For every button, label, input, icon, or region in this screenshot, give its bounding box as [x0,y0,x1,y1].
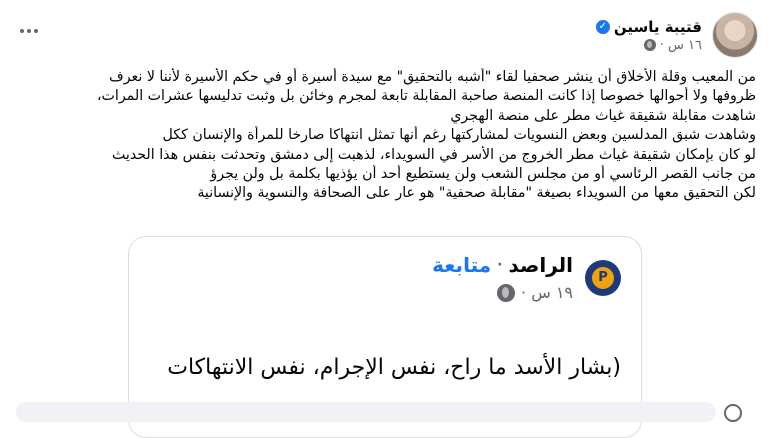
globe-icon [497,283,516,302]
post-text: من المعيب وقلة الأخلاق أن ينشر صحفيا لقا… [14,68,756,204]
author-name-row: قتيبة ياسين ✓ [595,18,702,36]
author-meta: قتيبة ياسين ✓ ١٦ س · [595,18,702,53]
post-text-line: من المعيب وقلة الأخلاق أن ينشر صحفيا لقا… [108,69,756,85]
shared-page-name[interactable]: الراصد [508,253,573,277]
author-avatar[interactable] [712,12,758,58]
more-options-icon[interactable] [14,26,38,36]
shared-post-text: (بشار الأسد ما راح، نفس الإجرام، نفس الا… [167,355,621,380]
post-time-row: ١٦ س · [596,38,702,53]
facebook-post: قتيبة ياسين ✓ ١٦ س · من المعيب وقلة الأخ… [0,0,770,438]
shared-post-header: P الراصد · متابعة ١٩ س · [432,253,621,302]
post-header: قتيبة ياسين ✓ ١٦ س · [595,12,758,58]
page-logo[interactable]: P [585,259,621,296]
post-text-line: لو كان بإمكان شقيقة غياث مطر الخروج من ا… [111,146,756,163]
shared-name-row: الراصد · متابعة [432,253,573,277]
comment-input[interactable] [16,402,716,422]
post-text-line: شاهدت مقابلة شقيقة غياث مطر على منصة اله… [450,107,756,124]
verified-badge-icon: ✓ [595,19,610,34]
follow-button[interactable]: متابعة [432,253,491,277]
shared-time-row: ١٩ س · [432,283,573,302]
separator-dot: · [497,257,503,273]
author-name[interactable]: قتيبة ياسين [614,18,702,36]
comment-action-icon[interactable] [724,404,742,422]
post-text-line: لكن التحقيق معها من السويداء بصيغة "مقاب… [197,185,756,202]
shared-meta: الراصد · متابعة ١٩ س · [432,253,573,302]
post-text-line: من جانب القصر الرئاسي أو من مجلس الشعب و… [210,166,756,183]
shared-timestamp[interactable]: ١٩ س · [521,283,573,302]
globe-icon [643,39,656,51]
post-timestamp[interactable]: ١٦ س · [660,38,702,53]
post-text-line: ظروفها ولا أحوالها خصوصا إذا كانت المنصة… [96,88,756,105]
post-text-line: وشاهدت شبق المدلسين وبعض النسويات لمشارك… [162,127,756,144]
